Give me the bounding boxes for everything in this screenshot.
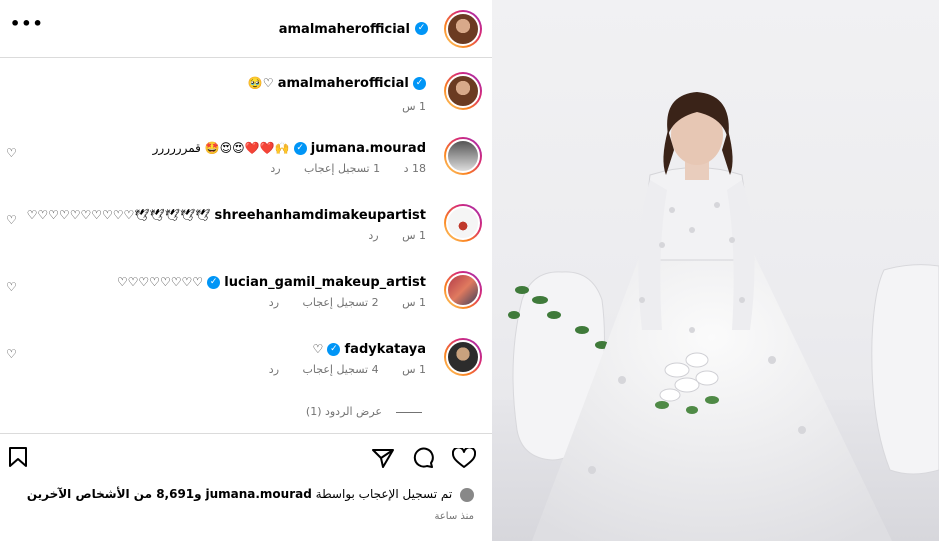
comment-username[interactable]: fadykataya bbox=[345, 342, 426, 357]
comment-username[interactable]: jumana.mourad bbox=[311, 141, 426, 156]
comment-text: قمرررررر 🤩😍😍❤️❤️🙌 bbox=[152, 141, 290, 155]
post-image bbox=[492, 0, 939, 541]
verified-badge-icon: ✓ bbox=[413, 77, 426, 90]
comment-meta: 1 س bbox=[382, 100, 426, 113]
verified-badge-icon: ✓ bbox=[415, 22, 428, 35]
comment-time[interactable]: 1 س bbox=[402, 363, 426, 376]
comment-like-heart-icon[interactable]: ♡ bbox=[6, 347, 17, 361]
comment-avatar[interactable] bbox=[444, 72, 482, 110]
comment-meta: 1 س رد bbox=[348, 229, 426, 242]
comment-time[interactable]: 18 د bbox=[404, 162, 426, 175]
comment-username[interactable]: amalmaherofficial bbox=[278, 76, 409, 91]
likes-summary: تم تسجيل الإعجاب بواسطة jumana.mourad و8… bbox=[27, 487, 474, 502]
comment-avatar[interactable] bbox=[444, 137, 482, 175]
comment-likes[interactable]: 4 تسجيل إعجاب bbox=[303, 363, 379, 376]
comment-line: قمرررررر 🤩😍😍❤️❤️🙌 ✓ jumana.mourad bbox=[153, 141, 426, 156]
comment-text: ♡♡♡♡♡♡♡♡♡♡🕊🕊🕊🕊🕊 bbox=[26, 208, 211, 222]
reply-button[interactable]: رد bbox=[269, 363, 279, 376]
comment-item: ♡ ♡♡♡♡♡♡♡♡♡♡🕊🕊🕊🕊🕊 shreehanhamdimakeupart… bbox=[0, 204, 492, 270]
comment-meta: 1 س 2 تسجيل إعجاب رد bbox=[249, 296, 426, 309]
comment-line: 🥹♡ amalmaherofficial ✓ bbox=[248, 76, 426, 91]
comment-text: 🥹♡ bbox=[247, 76, 274, 90]
likes-prefix: تم تسجيل الإعجاب بواسطة bbox=[315, 487, 453, 501]
more-options-button[interactable]: ••• bbox=[10, 14, 44, 33]
comment-time[interactable]: 1 س bbox=[402, 100, 426, 113]
header-avatar[interactable] bbox=[444, 10, 482, 48]
comment-username[interactable]: shreehanhamdimakeupartist bbox=[215, 208, 426, 223]
liker-username[interactable]: jumana.mourad bbox=[205, 487, 311, 501]
comment-line: ♡♡♡♡♡♡♡♡ ✓ lucian_gamil_makeup_artist bbox=[117, 275, 426, 290]
comment-username[interactable]: lucian_gamil_makeup_artist bbox=[224, 275, 426, 290]
view-replies-label[interactable]: عرض الردود (1) bbox=[306, 405, 382, 418]
likes-count[interactable]: و8,691 من الأشخاص الآخرين bbox=[27, 487, 202, 501]
post-actions-bar bbox=[0, 433, 492, 484]
comment-likes[interactable]: 2 تسجيل إعجاب bbox=[303, 296, 379, 309]
comment-avatar[interactable] bbox=[444, 204, 482, 242]
comment-like-heart-icon[interactable]: ♡ bbox=[6, 213, 17, 227]
comment-avatar[interactable] bbox=[444, 271, 482, 309]
comment-time[interactable]: 1 س bbox=[402, 296, 426, 309]
replies-divider bbox=[396, 411, 422, 413]
comment-likes[interactable]: 1 تسجيل إعجاب bbox=[304, 162, 380, 175]
verified-badge-icon: ✓ bbox=[207, 276, 221, 289]
comment-meta: 18 د 1 تسجيل إعجاب رد bbox=[250, 162, 426, 175]
comment-like-heart-icon[interactable]: ♡ bbox=[6, 280, 17, 294]
heart-icon[interactable] bbox=[452, 448, 476, 469]
header-username-wrap: amalmaherofficial ✓ bbox=[279, 18, 428, 37]
bookmark-icon[interactable] bbox=[8, 446, 28, 468]
verified-badge-icon: ✓ bbox=[293, 142, 307, 155]
comment-time[interactable]: 1 س bbox=[402, 229, 426, 242]
share-icon[interactable] bbox=[372, 448, 394, 468]
reply-button[interactable]: رد bbox=[368, 229, 378, 242]
post-timestamp[interactable]: منذ ساعة bbox=[434, 511, 474, 522]
verified-badge-icon: ✓ bbox=[327, 343, 341, 356]
bride-photo bbox=[492, 92, 939, 541]
view-replies-link[interactable]: عرض الردود (1) bbox=[306, 405, 422, 418]
liker-avatar[interactable] bbox=[460, 487, 474, 502]
comment-line: ♡ ✓ fadykataya bbox=[312, 342, 426, 357]
reply-button[interactable]: رد bbox=[269, 296, 279, 309]
comments-panel: ••• amalmaherofficial ✓ 🥹♡ amalmaheroffi… bbox=[0, 0, 492, 541]
post-header: ••• amalmaherofficial ✓ bbox=[0, 0, 492, 58]
comment-text: ♡ bbox=[312, 342, 324, 356]
comment-line: ♡♡♡♡♡♡♡♡♡♡🕊🕊🕊🕊🕊 shreehanhamdimakeupartis… bbox=[27, 208, 426, 223]
comment-like-heart-icon[interactable]: ♡ bbox=[6, 146, 17, 160]
header-username[interactable]: amalmaherofficial bbox=[279, 22, 410, 37]
comment-text: ♡♡♡♡♡♡♡♡ bbox=[116, 275, 203, 289]
comment-avatar[interactable] bbox=[444, 338, 482, 376]
comment-item: ♡ قمرررررر 🤩😍😍❤️❤️🙌 ✓ jumana.mourad 18 د… bbox=[0, 137, 492, 203]
comment-item: ♡ ♡ ✓ fadykataya 1 س 4 تسجيل إعجاب رد bbox=[0, 338, 492, 404]
comment-icon[interactable] bbox=[412, 447, 434, 469]
comment-item: 🥹♡ amalmaherofficial ✓ 1 س bbox=[0, 72, 492, 138]
reply-button[interactable]: رد bbox=[270, 162, 280, 175]
comment-meta: 1 س 4 تسجيل إعجاب رد bbox=[249, 363, 426, 376]
comment-item: ♡ ♡♡♡♡♡♡♡♡ ✓ lucian_gamil_makeup_artist … bbox=[0, 271, 492, 337]
